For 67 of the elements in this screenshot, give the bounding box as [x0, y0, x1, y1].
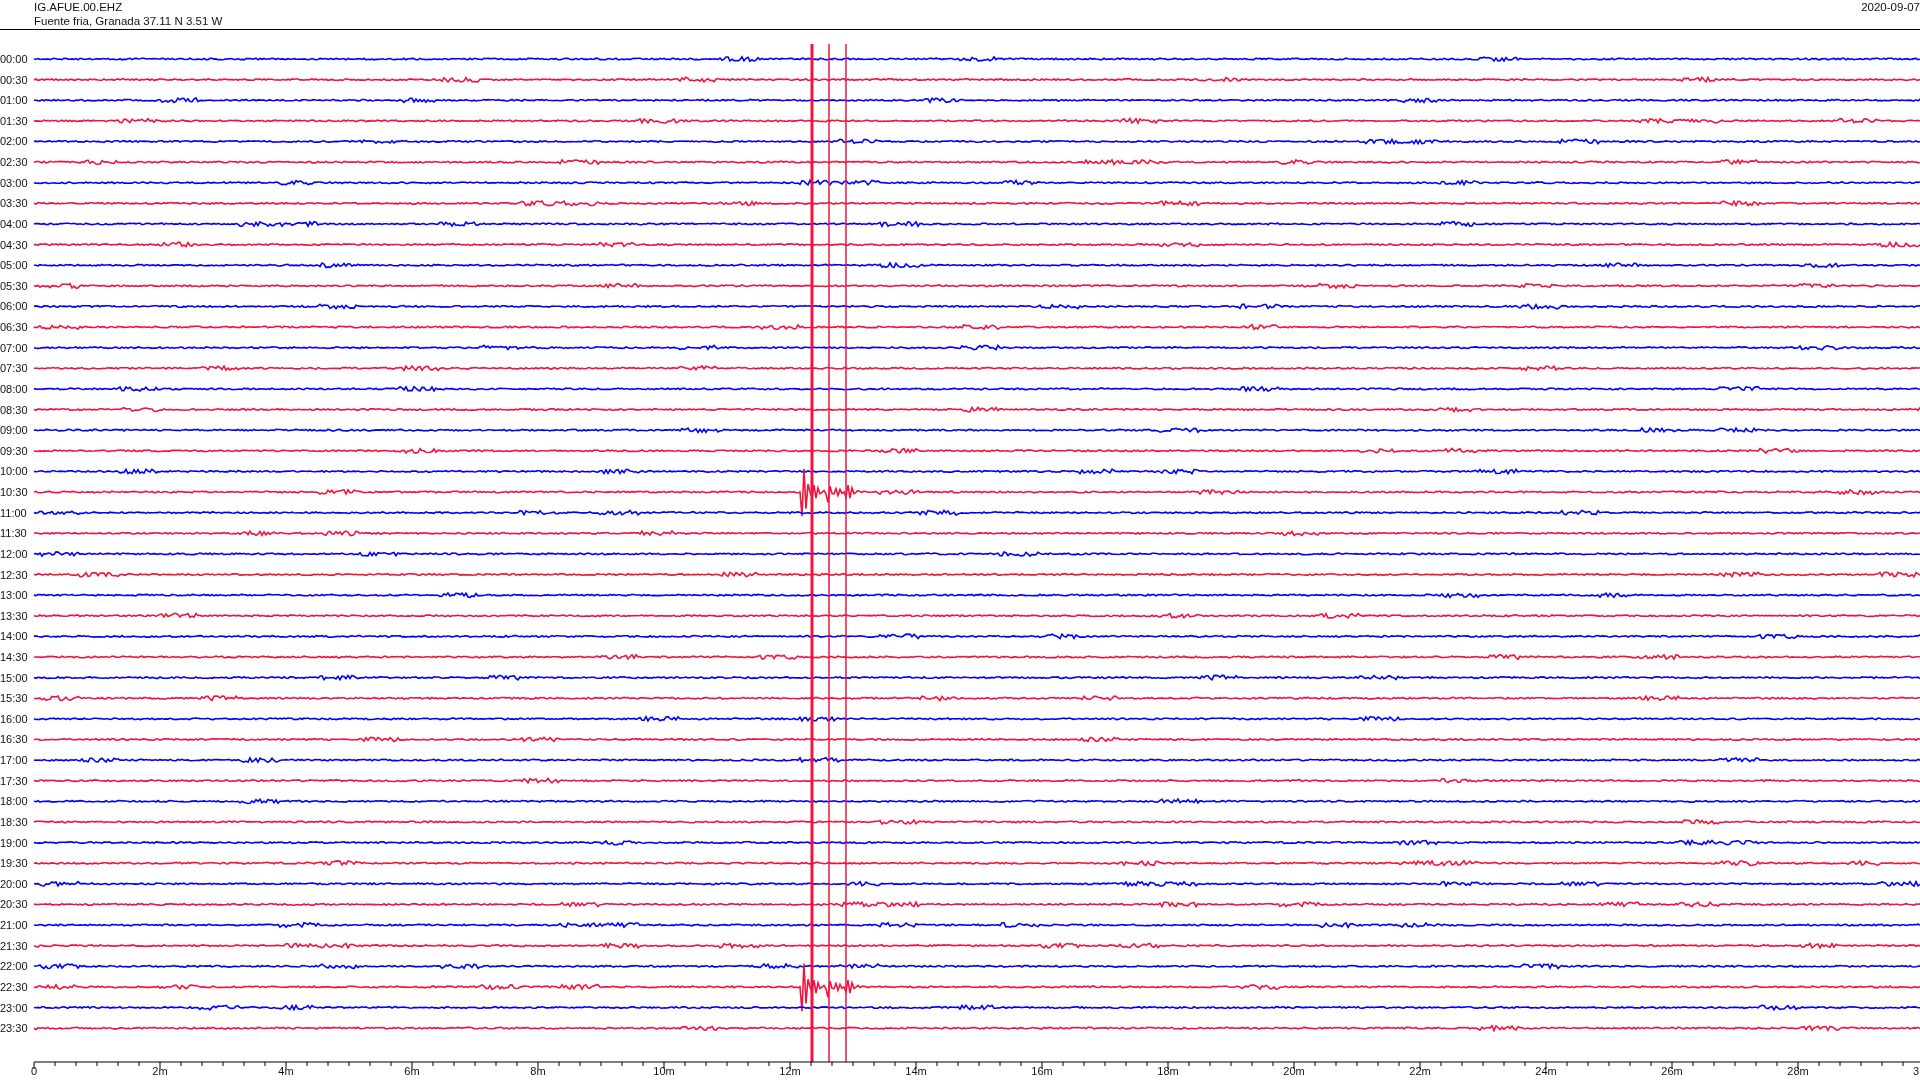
time-label: 18:30	[0, 815, 28, 828]
axis-tick-label: 4m	[278, 1065, 294, 1076]
axis-tick-label: 18m	[1157, 1065, 1179, 1076]
axis-tick-label: 14m	[905, 1065, 927, 1076]
time-label: 22:30	[0, 980, 28, 993]
time-label: 21:30	[0, 939, 28, 952]
time-label: 18:00	[0, 795, 28, 808]
time-label: 12:30	[0, 568, 28, 581]
time-label: 20:00	[0, 877, 28, 890]
time-label: 13:30	[0, 609, 28, 622]
axis-tick-label: 2m	[152, 1065, 168, 1076]
time-label: 05:00	[0, 259, 28, 272]
time-label: 10:30	[0, 486, 28, 498]
time-label: 09:30	[0, 444, 28, 457]
time-label: 07:00	[0, 341, 28, 354]
time-label: 06:30	[0, 321, 28, 334]
time-label: 00:30	[0, 73, 28, 86]
time-label: 01:30	[0, 114, 28, 127]
time-label: 05:30	[0, 279, 28, 292]
time-label: 19:30	[0, 857, 28, 870]
time-label: 08:00	[0, 382, 28, 395]
time-label: 14:00	[0, 630, 28, 643]
time-label: 16:00	[0, 712, 28, 725]
time-label: 02:30	[0, 156, 28, 169]
axis-tick-label: 22m	[1409, 1065, 1431, 1076]
plot-date: 2020-09-07	[1861, 0, 1920, 14]
time-label: 10:00	[0, 465, 28, 478]
time-label: 11:00	[0, 506, 27, 519]
time-label: 23:00	[0, 1001, 28, 1014]
time-label: 04:30	[0, 238, 28, 251]
axis-tick-label: 28m	[1787, 1065, 1809, 1076]
time-label: 16:30	[0, 733, 28, 746]
time-label: 07:30	[0, 362, 28, 375]
time-label: 03:30	[0, 197, 28, 210]
axis-tick-label: 10m	[653, 1065, 675, 1076]
time-label: 17:30	[0, 774, 28, 787]
time-label: 19:00	[0, 836, 28, 849]
time-label: 15:30	[0, 692, 28, 705]
time-label: 17:00	[0, 754, 28, 767]
time-label: 22:00	[0, 960, 28, 973]
axis-tick-label: 20m	[1283, 1065, 1305, 1076]
time-label: 01:00	[0, 94, 28, 107]
time-label: 13:00	[0, 589, 28, 602]
axis-tick-label: 8m	[530, 1065, 546, 1076]
time-label: 11:30	[0, 527, 27, 540]
time-label: 14:30	[0, 651, 28, 663]
axis-tick-label: 26m	[1661, 1065, 1683, 1076]
time-label: 23:30	[0, 1022, 28, 1035]
time-label: 09:00	[0, 424, 28, 437]
axis-tick-label: 24m	[1535, 1065, 1557, 1076]
time-label: 06:00	[0, 300, 28, 313]
time-label: 02:00	[0, 135, 28, 148]
time-label: 15:00	[0, 671, 28, 684]
station-code: IG.AFUE.00.EHZ	[34, 0, 124, 14]
time-label: 08:30	[0, 403, 28, 416]
axis-tick-label: 6m	[404, 1065, 420, 1076]
time-label: 20:30	[0, 898, 28, 911]
station-location: Fuente fria, Granada 37.11 N 3.51 W	[34, 14, 223, 28]
axis-tick-label: 16m	[1031, 1065, 1053, 1076]
time-label: 12:00	[0, 547, 28, 560]
time-label: 03:00	[0, 176, 28, 189]
time-label: 21:00	[0, 919, 28, 932]
axis-tick-label: 12m	[779, 1065, 801, 1076]
axis-tick-label: 0	[30, 1065, 38, 1076]
time-label: 00:00	[0, 53, 28, 65]
axis-tick-label: 3	[1913, 1065, 1920, 1076]
time-label: 04:00	[0, 217, 28, 230]
